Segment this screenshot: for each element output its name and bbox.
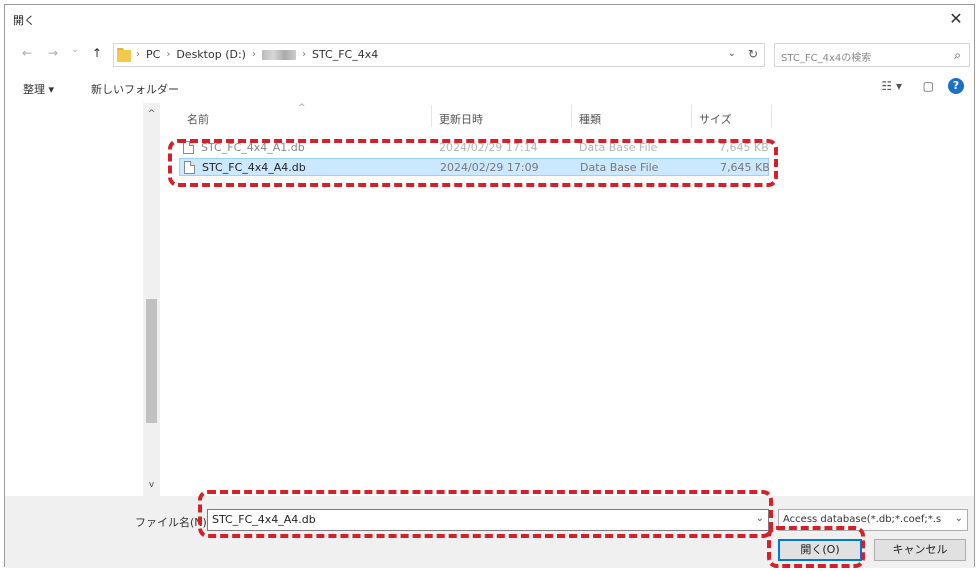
file-name: STC_FC_4x4_A4.db [202, 161, 306, 174]
content-area: ^ v ^ 名前 更新日時 種類 サイズ STC_FC_4x4_A1.db 20… [5, 103, 974, 496]
file-type: Data Base File [579, 141, 658, 154]
nav-scrollbar[interactable]: ^ v [143, 103, 160, 496]
address-bar[interactable]: › PC › Desktop (D:) › › STC_FC_4x4 ⌄ ↻ [113, 43, 765, 67]
filename-value: STC_FC_4x4_A4.db [212, 513, 316, 526]
file-type-filter-value: Access database(*.db;*.coef;*.s [783, 514, 942, 525]
close-icon[interactable]: ✕ [946, 9, 966, 29]
file-date: 2024/02/29 17:14 [439, 141, 538, 154]
chevron-down-icon[interactable]: ⌄ [728, 48, 736, 59]
column-header-name[interactable]: 名前 [187, 111, 209, 127]
file-name: STC_FC_4x4_A1.db [201, 141, 305, 154]
filename-label: ファイル名(N): [135, 516, 211, 529]
file-date: 2024/02/29 17:09 [440, 161, 539, 174]
file-type-filter-select[interactable]: Access database(*.db;*.coef;*.s ⌄ [778, 509, 968, 531]
cancel-button[interactable]: キャンセル [874, 539, 966, 561]
bottom-panel: ファイル名(N): STC_FC_4x4_A4.db ⌄ Access data… [5, 496, 974, 568]
column-header-size[interactable]: サイズ [699, 111, 732, 127]
column-divider[interactable] [431, 105, 432, 127]
forward-icon[interactable]: → [45, 46, 61, 60]
organize-menu[interactable]: 整理 ▾ [23, 81, 54, 97]
back-icon[interactable]: ← [19, 46, 35, 60]
up-folder-icon[interactable]: ↑ [89, 46, 105, 60]
scrollbar-thumb[interactable] [146, 299, 157, 423]
breadcrumb-desktop[interactable]: Desktop (D:) [176, 48, 246, 61]
title-bar: 開く ✕ [5, 5, 974, 35]
file-row-selected[interactable]: STC_FC_4x4_A4.db 2024/02/29 17:09 Data B… [179, 158, 770, 176]
file-size: 7,645 KB [720, 161, 770, 174]
chevron-down-icon[interactable]: ⌄ [955, 513, 963, 524]
chevron-right-icon: › [251, 49, 256, 60]
scroll-up-icon[interactable]: ^ [143, 109, 160, 119]
column-divider[interactable] [771, 105, 772, 127]
refresh-icon[interactable]: ↻ [748, 47, 758, 61]
file-icon [183, 141, 194, 154]
column-header-type[interactable]: 種類 [579, 111, 601, 127]
file-row[interactable]: STC_FC_4x4_A1.db 2024/02/29 17:14 Data B… [179, 139, 769, 157]
breadcrumb: › PC › Desktop (D:) › › STC_FC_4x4 [136, 48, 378, 61]
scroll-down-icon[interactable]: v [143, 480, 160, 490]
new-folder-button[interactable]: 新しいフォルダー [91, 81, 179, 97]
chevron-right-icon: › [136, 49, 140, 60]
search-input[interactable]: STC_FC_4x4の検索 ⌕ [774, 43, 970, 67]
search-placeholder: STC_FC_4x4の検索 [781, 53, 872, 64]
toolbar: 整理 ▾ 新しいフォルダー ☷ ▾ ▢ ? [5, 75, 974, 101]
recent-locations-icon[interactable]: ⌄ [67, 45, 83, 55]
breadcrumb-redacted-folder[interactable] [261, 49, 296, 60]
open-button[interactable]: 開く(O) [778, 539, 862, 561]
file-list: ^ 名前 更新日時 種類 サイズ STC_FC_4x4_A1.db 2024/0… [165, 103, 974, 496]
navigation-pane[interactable] [5, 103, 143, 496]
dialog-title: 開く [13, 14, 35, 27]
open-file-dialog: 開く ✕ ← → ⌄ ↑ › PC › Desktop (D:) › › STC… [4, 4, 975, 568]
address-row: ← → ⌄ ↑ › PC › Desktop (D:) › › STC_FC_4… [5, 43, 974, 67]
preview-pane-icon[interactable]: ▢ [923, 79, 934, 93]
view-options-icon[interactable]: ☷ ▾ [881, 79, 902, 93]
file-size: 7,645 KB [719, 141, 769, 154]
column-divider[interactable] [571, 105, 572, 127]
search-icon[interactable]: ⌕ [954, 48, 961, 63]
column-header-date[interactable]: 更新日時 [439, 111, 483, 127]
file-type: Data Base File [580, 161, 659, 174]
sort-ascending-icon: ^ [298, 103, 306, 113]
file-icon [184, 161, 195, 174]
chevron-down-icon[interactable]: ⌄ [756, 513, 764, 524]
breadcrumb-current-folder[interactable]: STC_FC_4x4 [312, 48, 378, 61]
column-divider[interactable] [691, 105, 692, 127]
breadcrumb-pc[interactable]: PC [146, 48, 160, 61]
folder-icon [117, 48, 131, 62]
filename-input[interactable]: STC_FC_4x4_A4.db ⌄ [207, 509, 769, 531]
chevron-right-icon: › [166, 49, 171, 60]
help-icon[interactable]: ? [948, 78, 964, 94]
chevron-right-icon: › [301, 49, 306, 60]
